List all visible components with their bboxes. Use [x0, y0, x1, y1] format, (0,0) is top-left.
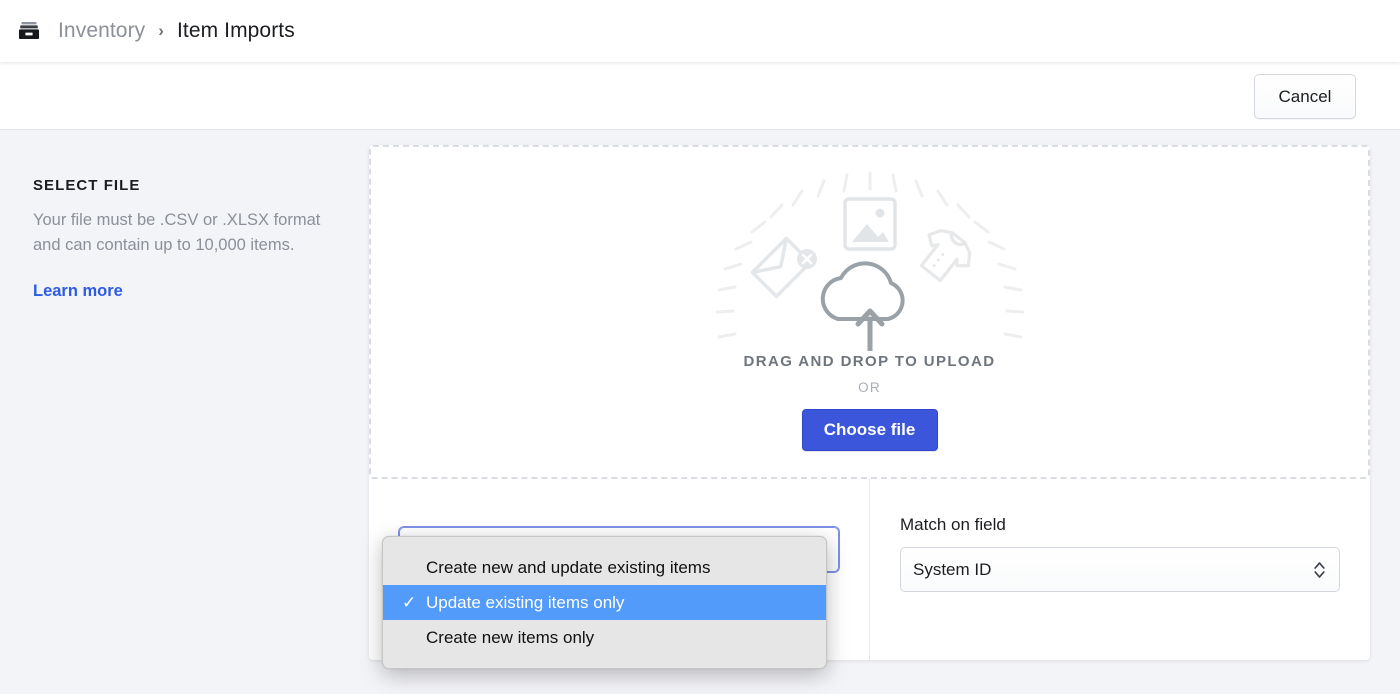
- checkmark-icon: ✓: [402, 592, 417, 612]
- import-mode-popup-menu[interactable]: Create new and update existing items ✓ U…: [382, 536, 827, 669]
- inventory-box-icon: [16, 18, 42, 44]
- popup-item-label: Create new items only: [426, 627, 595, 647]
- popup-item-label: Create new and update existing items: [426, 557, 711, 577]
- dropzone-or-label: OR: [858, 380, 881, 395]
- select-file-description: Your file must be .CSV or .XLSX format a…: [33, 211, 321, 254]
- top-breadcrumb-bar: Inventory › Item Imports: [0, 0, 1400, 62]
- match-field-label: Match on field: [900, 515, 1006, 534]
- match-field-select[interactable]: System ID: [900, 547, 1340, 592]
- match-field-value: System ID: [913, 559, 992, 579]
- dropzone-label: DRAG AND DROP TO UPLOAD: [743, 353, 996, 370]
- learn-more-link[interactable]: Learn more: [33, 282, 123, 301]
- breadcrumb-current: Item Imports: [176, 19, 295, 42]
- file-dropzone[interactable]: DRAG AND DROP TO UPLOAD OR Choose file: [369, 145, 1370, 479]
- upload-illustration: [690, 151, 1050, 351]
- select-file-info: SELECT FILE Your file must be .CSV or .X…: [33, 177, 333, 301]
- action-bar: Cancel: [0, 62, 1400, 130]
- select-file-heading: SELECT FILE: [33, 177, 141, 194]
- chevron-updown-icon: [1314, 560, 1325, 580]
- breadcrumb-parent[interactable]: Inventory: [58, 19, 145, 43]
- match-field-column: Match on field System ID: [869, 479, 1370, 660]
- match-field-select-shell: System ID: [900, 547, 1340, 592]
- cancel-button[interactable]: Cancel: [1254, 74, 1356, 119]
- popup-menu-item[interactable]: Create new and update existing items: [383, 550, 826, 585]
- popup-menu-item[interactable]: ✓ Update existing items only: [383, 585, 826, 620]
- choose-file-button[interactable]: Choose file: [801, 409, 938, 451]
- breadcrumb-separator-icon: ›: [158, 21, 164, 40]
- popup-menu-item[interactable]: Create new items only: [383, 620, 826, 655]
- popup-item-label: Update existing items only: [426, 592, 625, 612]
